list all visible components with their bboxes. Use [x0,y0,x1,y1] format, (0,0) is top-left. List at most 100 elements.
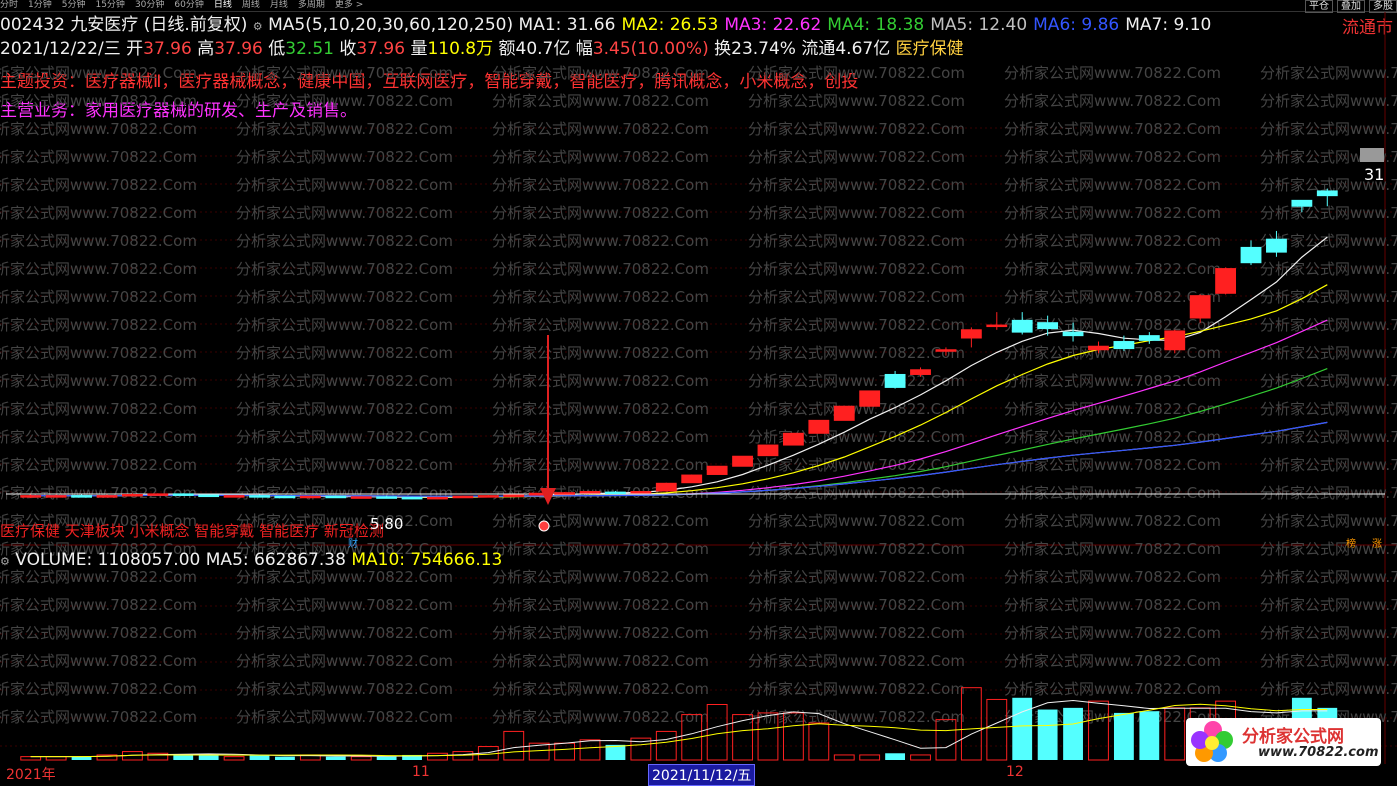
watermark-text: 分析家公式网www.70822.Com [1004,372,1221,390]
volume-ma10: MA10: 754666.13 [351,550,503,570]
watermark-text: 分析家公式网www.70822.Com [0,400,197,418]
volume-header: ⚙ VOLUME: 1108057.00 MA5: 662867.38 MA10… [0,550,502,570]
kline-chart[interactable]: 分析家公式网www.70822.Com 分析家公式网www.70822.Com 分析… [0,0,1397,782]
watermark-text: 分析家公式网www.70822.Com [748,428,965,446]
watermark-text: 分析家公式网www.70822.Com [492,372,709,390]
candle-body [121,493,143,497]
watermark-text: 分析家公式网www.70822.Com [748,120,965,138]
watermark-text: 分析家公式网www.70822.Com [1004,204,1221,222]
watermark-text: 分析家公式网www.70822.Com [1004,540,1221,558]
watermark-text: 分析家公式网www.70822.Com [0,176,197,194]
scroll-thumb [1360,148,1384,162]
volume-bar [223,756,245,761]
cai-marker[interactable]: 财 [348,535,358,550]
candle-body [249,495,270,498]
watermark-text: 分析家公式网www.70822.Com [1004,624,1221,642]
candle-body [554,492,576,495]
watermark-text: 分析家公式网www.70822.Com [748,596,965,614]
candle-body [1316,190,1338,197]
volume-ma5: MA5: 662867.38 [205,550,346,570]
watermark-text: 分析家公式网www.70822.Com [0,428,197,446]
candle-body [503,494,525,498]
watermark-text: 分析家公式网www.70822.Com [748,288,965,306]
volume-bar [808,722,830,761]
watermark-text: 分析家公式网www.70822.Com [236,568,453,586]
volume-bar [376,756,397,760]
volume-bar [706,704,728,761]
watermark-text: 分析家公式网www.70822.Com [748,540,965,558]
watermark-text: 分析家公式网www.70822.Com [492,456,709,474]
candle-body [782,432,804,446]
logo-url: www.70822.com [1258,745,1379,760]
watermark-text: 分析家公式网www.70822.Com [0,680,197,698]
watermark-text: 分析家公式网www.70822.Com [236,596,453,614]
volume-bar [275,756,295,760]
watermark-text: 分析家公式网www.70822.Com [1004,232,1221,250]
watermark-text: 分析家公式网www.70822.Com [492,64,709,82]
watermark-text: 分析家公式网www.70822.Com [236,344,453,362]
candle-body [198,494,220,498]
watermark-text: 分析家公式网www.70822.Com [0,652,197,670]
watermark-text: 分析家公式网www.70822.Com [748,176,965,194]
watermark-text: 分析家公式网www.70822.Com [1004,64,1221,82]
watermark-text: 分析家公式网www.70822.Com [492,400,709,418]
watermark-text: 分析家公式网www.70822.Com [1004,652,1221,670]
volume-bar [885,753,906,760]
watermark-text: 分析家公式网www.70822.Com [492,624,709,642]
watermark-text: 分析家公式网www.70822.Com [492,120,709,138]
volume-bar [910,754,931,761]
month-11-label: 11 [412,764,430,780]
watermark-text: 分析家公式网www.70822.Com [492,176,709,194]
zhang-marker[interactable]: 涨 [1372,535,1382,550]
watermark-text: 分析家公式网www.70822.Com [492,568,709,586]
watermark-text: 分析家公式网www.70822.Com [1260,372,1397,390]
watermark-text: 分析家公式网www.70822.Com [1260,596,1397,614]
watermark-text: 分析家公式网www.70822.Com [1260,316,1397,334]
watermark-text: 分析家公式网www.70822.Com [236,456,453,474]
watermark-text: 分析家公式网www.70822.Com [1004,484,1221,502]
bang-marker[interactable]: 榜 [1346,535,1356,550]
gear-icon[interactable]: ⚙ [0,555,10,568]
watermark-text: 分析家公式网www.70822.Com [748,64,965,82]
watermark-text: 分析家公式网www.70822.Com [0,344,197,362]
watermark-text: 分析家公式网www.70822.Com [0,120,197,138]
candle-body [935,349,957,352]
watermark-text: 分析家公式网www.70822.Com [236,92,453,110]
candle-body [579,491,601,494]
watermark-text: 分析家公式网www.70822.Com [492,148,709,166]
watermark-text: 分析家公式网www.70822.Com [1260,624,1397,642]
watermark-text: 分析家公式网www.70822.Com [236,176,453,194]
watermark-text: 分析家公式网www.70822.Com [1260,680,1397,698]
watermark-text: 分析家公式网www.70822.Com [1004,148,1221,166]
month-12-label: 12 [1006,764,1024,780]
watermark-text: 分析家公式网www.70822.Com [236,120,453,138]
candle-body [1266,238,1287,253]
watermark-text: 分析家公式网www.70822.Com [748,204,965,222]
watermark-text: 分析家公式网www.70822.Com [0,596,197,614]
watermark-text: 分析家公式网www.70822.Com [1260,120,1397,138]
watermark-text: 分析家公式网www.70822.Com [1260,456,1397,474]
watermark-text: 分析家公式网www.70822.Com [492,288,709,306]
watermark-text: 分析家公式网www.70822.Com [1260,484,1397,502]
watermark-text: 分析家公式网www.70822.Com [492,260,709,278]
volume-bar [249,754,270,760]
candle-body [477,495,499,498]
watermark-text: 分析家公式网www.70822.Com [492,540,709,558]
candle-body [1240,246,1262,264]
volume-bar [1037,709,1058,760]
watermark-text: 分析家公式网www.70822.Com [492,652,709,670]
watermark-text: 分析家公式网www.70822.Com [0,316,197,334]
watermark-text: 分析家公式网www.70822.Com [236,288,453,306]
watermark-text: 分析家公式网www.70822.Com [0,92,197,110]
watermark-text: 分析家公式网www.70822.Com [0,204,197,222]
high-price-label: 31 [1364,165,1385,184]
watermark-text: 分析家公式网www.70822.Com [1260,344,1397,362]
watermark-text: 分析家公式网www.70822.Com [1260,92,1397,110]
watermark-text: 分析家公式网www.70822.Com [1004,120,1221,138]
volume-bar [579,739,601,761]
watermark-text: 分析家公式网www.70822.Com [1004,456,1221,474]
flower-logo-icon [1191,721,1233,762]
candle-body [706,465,728,475]
candle-body [223,495,245,498]
candle-body [20,495,42,498]
